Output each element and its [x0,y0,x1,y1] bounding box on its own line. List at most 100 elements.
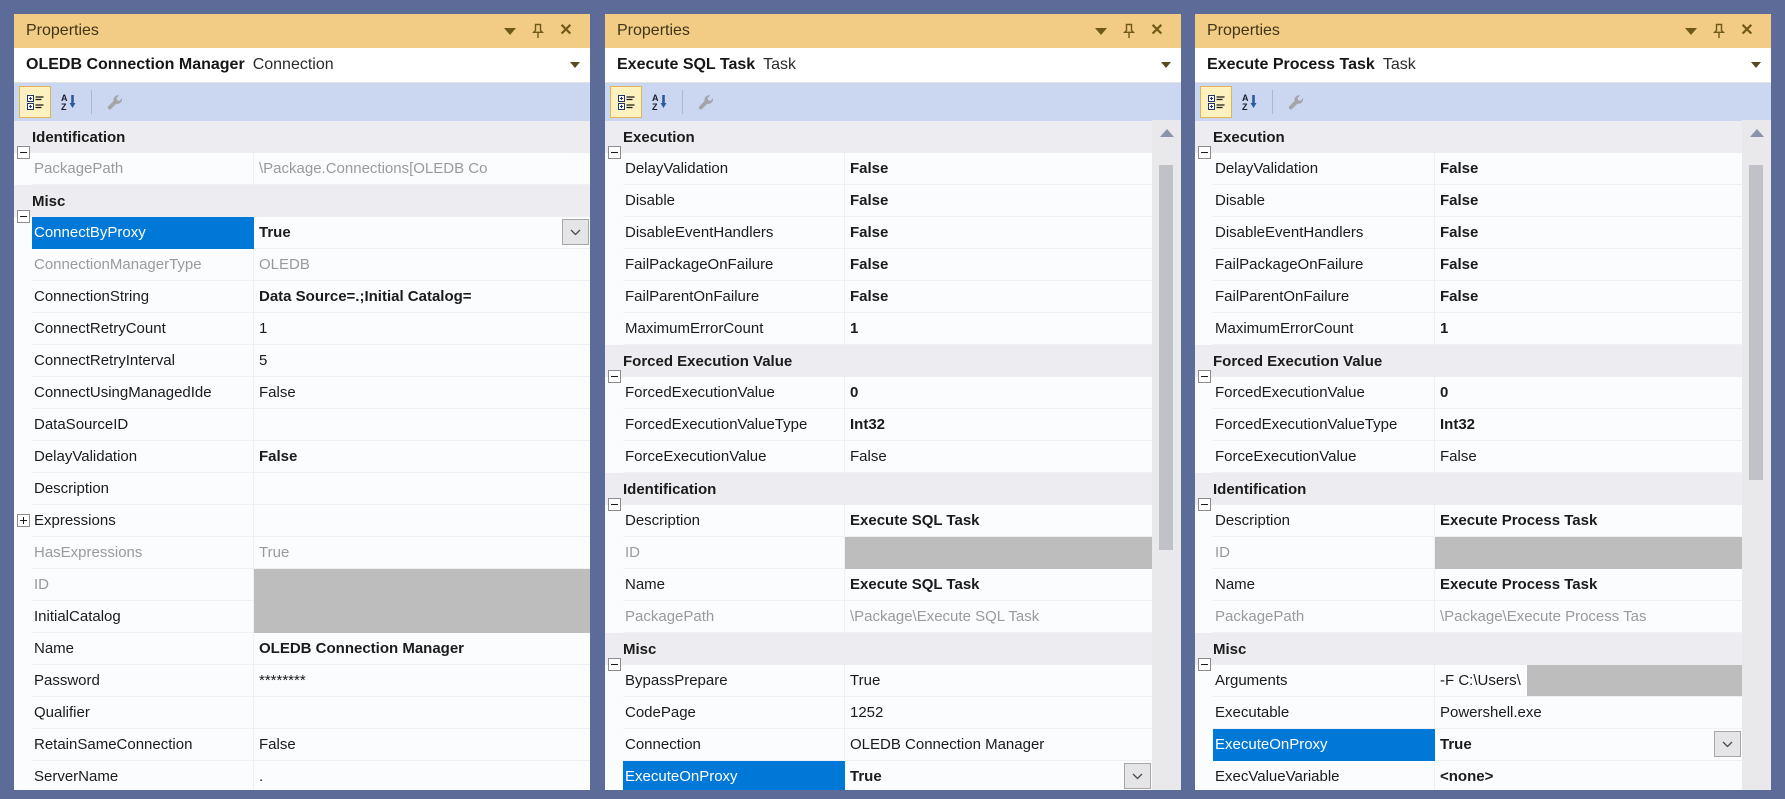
property-row[interactable]: PackagePath\Package\Execute SQL Task [605,601,1152,633]
categorized-view-button[interactable] [1200,86,1232,118]
property-value[interactable]: False [1435,153,1742,185]
property-name[interactable]: PackagePath [623,601,845,633]
property-name[interactable]: ConnectByProxy [32,217,254,249]
property-name[interactable]: ConnectRetryCount [32,313,254,345]
window-position-menu-button[interactable] [1087,20,1115,42]
property-value[interactable]: True [845,761,1152,790]
property-value[interactable]: \Package\Execute Process Tas [1435,601,1742,633]
property-name[interactable]: DelayValidation [32,441,254,473]
object-selector-dropdown[interactable]: Execute Process Task Task [1195,48,1771,83]
property-row[interactable]: DataSourceID [14,409,590,441]
property-name[interactable]: Name [1213,569,1435,601]
categorized-view-button[interactable] [610,86,642,118]
property-value[interactable]: \Package.Connections[OLEDB Co [254,153,590,185]
property-row[interactable]: ForceExecutionValueFalse [605,441,1152,473]
property-row[interactable]: ConnectionOLEDB Connection Manager [605,729,1152,761]
property-row[interactable]: MaximumErrorCount1 [605,313,1152,345]
category-row[interactable]: Identification [14,121,590,153]
property-value[interactable]: False [1435,249,1742,281]
property-row[interactable]: ForcedExecutionValue0 [605,377,1152,409]
property-name[interactable]: HasExpressions [32,537,254,569]
property-row[interactable]: DisableFalse [605,185,1152,217]
property-name[interactable]: Description [623,505,845,537]
property-value[interactable]: 1 [845,313,1152,345]
property-name[interactable]: InitialCatalog [32,601,254,633]
property-value-redacted[interactable] [1435,537,1742,569]
property-row[interactable]: ConnectionStringData Source=.;Initial Ca… [14,281,590,313]
property-name[interactable]: Disable [1213,185,1435,217]
alphabetical-sort-button[interactable]: AZ [53,86,85,118]
property-value[interactable]: <none> [1435,761,1742,790]
property-name[interactable]: ForceExecutionValue [1213,441,1435,473]
property-name[interactable]: PackagePath [1213,601,1435,633]
tool-window-titlebar[interactable]: Properties ✕ [1195,14,1771,48]
property-row[interactable]: DescriptionExecute SQL Task [605,505,1152,537]
category-row[interactable]: Misc [14,185,590,217]
property-value[interactable]: 0 [845,377,1152,409]
property-value[interactable]: True [254,537,590,569]
property-name[interactable]: Arguments [1213,665,1435,697]
property-row[interactable]: Expressions [14,505,590,537]
property-row[interactable]: ExecuteOnProxyTrue [1195,729,1742,761]
property-name[interactable]: ID [623,537,845,569]
property-row[interactable]: ForcedExecutionValueTypeInt32 [1195,409,1742,441]
property-value[interactable]: OLEDB [254,249,590,281]
property-value[interactable]: False [845,249,1152,281]
property-value[interactable]: OLEDB Connection Manager [845,729,1152,761]
property-value[interactable]: True [254,217,590,249]
scroll-up-button[interactable] [1742,120,1771,146]
property-name[interactable]: FailParentOnFailure [1213,281,1435,313]
property-row[interactable]: NameOLEDB Connection Manager [14,633,590,665]
property-name[interactable]: ConnectRetryInterval [32,345,254,377]
property-value[interactable]: Data Source=.;Initial Catalog= [254,281,590,313]
category-row[interactable]: Identification [605,473,1152,505]
property-value[interactable]: False [1435,281,1742,313]
tool-window-titlebar[interactable]: Properties ✕ [14,14,590,48]
property-row[interactable]: ConnectRetryCount1 [14,313,590,345]
category-row[interactable]: Execution [605,121,1152,153]
property-value[interactable]: True [1435,729,1742,761]
property-name[interactable]: ExecValueVariable [1213,761,1435,790]
property-name[interactable]: DelayValidation [623,153,845,185]
property-row[interactable]: FailPackageOnFailureFalse [1195,249,1742,281]
property-value[interactable]: Powershell.exe [1435,697,1742,729]
property-value[interactable]: \Package\Execute SQL Task [845,601,1152,633]
property-name[interactable]: ID [1213,537,1435,569]
property-value[interactable]: False [1435,441,1742,473]
property-name[interactable]: ForcedExecutionValueType [1213,409,1435,441]
property-value[interactable]: -F C:\Users\ [1435,665,1742,697]
property-row[interactable]: DelayValidationFalse [14,441,590,473]
property-value-redacted[interactable] [845,537,1152,569]
property-name[interactable]: Description [32,473,254,505]
alphabetical-sort-button[interactable]: AZ [1234,86,1266,118]
property-pages-button[interactable] [1279,86,1311,118]
property-name[interactable]: Qualifier [32,697,254,729]
property-name[interactable]: Name [623,569,845,601]
property-pages-button[interactable] [98,86,130,118]
property-value[interactable]: False [845,281,1152,313]
property-row[interactable]: CodePage1252 [605,697,1152,729]
property-value[interactable]: False [845,441,1152,473]
property-value[interactable] [254,697,590,729]
property-value[interactable]: True [845,665,1152,697]
property-row[interactable]: NameExecute SQL Task [605,569,1152,601]
property-value-redacted[interactable] [254,601,590,633]
category-row[interactable]: Forced Execution Value [1195,345,1742,377]
property-value[interactable]: False [845,185,1152,217]
property-name[interactable]: ForcedExecutionValue [1213,377,1435,409]
value-dropdown-button[interactable] [1124,763,1151,789]
property-value[interactable]: False [845,217,1152,249]
property-row[interactable]: Arguments-F C:\Users\ [1195,665,1742,697]
window-position-menu-button[interactable] [496,20,524,42]
auto-hide-pin-button[interactable] [1115,20,1143,42]
property-row[interactable]: RetainSameConnectionFalse [14,729,590,761]
property-value[interactable] [254,409,590,441]
object-selector-dropdown[interactable]: Execute SQL Task Task [605,48,1181,83]
property-name[interactable]: MaximumErrorCount [623,313,845,345]
property-value[interactable]: 5 [254,345,590,377]
property-row[interactable]: HasExpressionsTrue [14,537,590,569]
expand-box-icon[interactable] [17,514,30,527]
property-name[interactable]: ForcedExecutionValue [623,377,845,409]
property-row[interactable]: PackagePath\Package.Connections[OLEDB Co [14,153,590,185]
property-row[interactable]: ConnectByProxyTrue [14,217,590,249]
